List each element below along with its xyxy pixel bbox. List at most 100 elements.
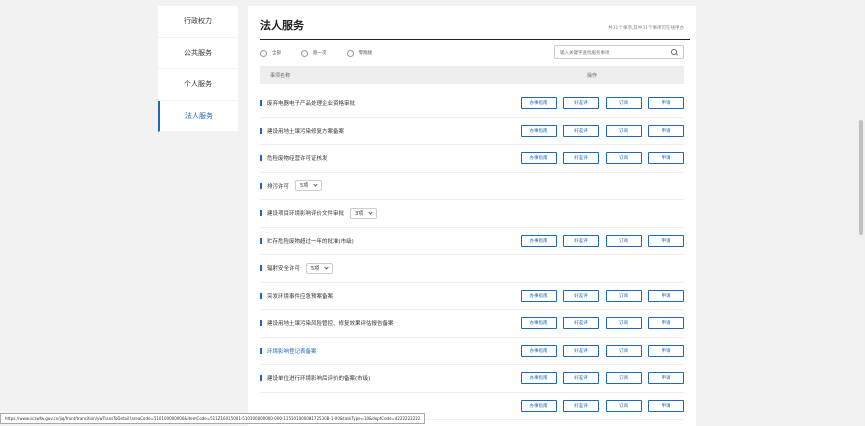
radio-circle[interactable] [301, 49, 308, 57]
service-item-name[interactable]: 排污许可 5项 [260, 180, 510, 192]
radio-label: 跑一次 [313, 51, 327, 56]
apply-button[interactable]: 申请 [648, 344, 684, 357]
service-item-label[interactable]: 排污许可 [267, 182, 289, 190]
apply-button[interactable]: 申请 [648, 97, 684, 110]
apply-button[interactable]: 申请 [648, 289, 684, 302]
service-item-label[interactable]: 废弃电器电子产品处理企业资格审批 [267, 99, 355, 107]
service-item-name[interactable]: 废弃电器电子产品处理企业资格审批 [260, 99, 510, 107]
column-header-operations: 操作 [586, 72, 597, 79]
service-item-name[interactable]: 贮存危险废物超过一年的批准(市级) [260, 237, 510, 245]
subscribe-button[interactable]: 订阅 [605, 344, 642, 357]
review-button[interactable]: 好差评 [563, 152, 599, 165]
apply-button[interactable]: 申请 [648, 399, 684, 412]
row-actions: 办事指南 好差评 订阅 申请 [514, 124, 684, 137]
review-button[interactable]: 好差评 [563, 234, 599, 247]
sub-item-dropdown[interactable]: 5项 [295, 180, 323, 192]
apply-button[interactable]: 申请 [648, 317, 684, 330]
filter-radio-zero-trip[interactable]: 零跑腿 [346, 49, 372, 57]
search-input[interactable] [560, 49, 671, 55]
scrollbar-thumb[interactable] [859, 120, 863, 235]
review-button[interactable]: 好差评 [563, 317, 599, 330]
subscribe-button[interactable]: 订阅 [605, 97, 642, 110]
radio-circle[interactable] [346, 49, 354, 57]
service-item-label[interactable]: 辐射安全许可 [267, 264, 300, 272]
service-item-label[interactable]: 环境影响登记表备案 [267, 347, 317, 355]
service-item-name[interactable]: 建设用地土壤污染风险管控、修复效果评估报告备案 [260, 319, 510, 327]
service-item-label[interactable]: 建设单位进行环境影响后评价的备案(市级) [267, 374, 370, 382]
dropdown-value: 3项 [355, 210, 364, 217]
service-item-name[interactable]: 建设用地土壤污染修复方案备案 [260, 127, 510, 135]
side-navigation: 行政权力 公共服务 个人服务 法人服务 [158, 6, 238, 132]
filter-radio-once[interactable]: 跑一次 [301, 49, 327, 57]
service-item-name[interactable]: 危险废物经营许可证核发 [260, 154, 510, 162]
table-row: 废弃电器电子产品处理企业资格审批 办事指南 好差评 订阅 申请 [260, 90, 684, 118]
subscribe-button[interactable]: 订阅 [605, 372, 642, 385]
row-marker-bar [260, 265, 262, 272]
row-actions: 办事指南 好差评 订阅 申请 [514, 344, 684, 357]
row-actions: 办事指南 好差评 订阅 申请 [514, 97, 684, 110]
filter-bar: 全部 跑一次 零跑腿 [260, 40, 684, 66]
review-button[interactable]: 好差评 [563, 344, 599, 357]
service-list: 废弃电器电子产品处理企业资格审批 办事指南 好差评 订阅 申请 建设用地土壤污染修复方案备… [260, 90, 684, 420]
table-row: 贮存危险废物超过一年的批准(市级) 办事指南 好差评 订阅 申请 [260, 228, 684, 255]
page-scrollbar[interactable] [857, 0, 865, 426]
table-row: 建设单位进行环境影响后评价的备案(市级) 办事指南 好差评 订阅 申请 [260, 365, 684, 393]
sidebar-item-legal-person-service[interactable]: 法人服务 [158, 100, 238, 132]
row-marker-bar [260, 237, 262, 244]
apply-button[interactable]: 申请 [648, 372, 684, 385]
service-item-label[interactable]: 建设项目环境影响评价文件审批 [267, 209, 344, 217]
apply-button[interactable]: 申请 [648, 234, 684, 247]
service-item-name[interactable]: 环境影响登记表备案 [260, 347, 510, 355]
main-panel: 法人服务 共31个事项,其中31个事项可在线申办 全部 跑一次 零跑腿 事项名称… [248, 6, 696, 426]
subscribe-button[interactable]: 订阅 [605, 234, 642, 247]
service-item-name[interactable]: 突发环境事件应急预案备案 [260, 292, 510, 300]
apply-button[interactable]: 申请 [648, 124, 684, 137]
service-item-name[interactable]: 辐射安全许可 5项 [260, 262, 510, 274]
sub-item-dropdown[interactable]: 5项 [306, 262, 334, 274]
guide-button[interactable]: 办事指南 [520, 289, 557, 302]
sidebar-item-personal-service[interactable]: 个人服务 [158, 69, 238, 101]
page-title: 法人服务 [260, 19, 304, 32]
guide-button[interactable]: 办事指南 [520, 124, 557, 137]
subscribe-button[interactable]: 订阅 [605, 289, 642, 302]
service-item-name[interactable]: 建设项目环境影响评价文件审批 3项 [260, 207, 510, 219]
subscribe-button[interactable]: 订阅 [605, 399, 642, 412]
review-button[interactable]: 好差评 [563, 97, 599, 110]
sub-item-dropdown[interactable]: 3项 [350, 207, 378, 219]
review-button[interactable]: 好差评 [563, 289, 599, 302]
guide-button[interactable]: 办事指南 [520, 372, 557, 385]
subscribe-button[interactable]: 订阅 [605, 152, 642, 165]
subscribe-button[interactable]: 订阅 [605, 317, 642, 330]
item-count-summary: 共31个事项,其中31个事项可在线申办 [608, 26, 684, 31]
service-item-label[interactable]: 建设用地土壤污染风险管控、修复效果评估报告备案 [267, 319, 394, 327]
table-row: 辐射安全许可 5项 [260, 255, 684, 283]
service-item-label[interactable]: 危险废物经营许可证核发 [267, 154, 328, 162]
sidebar-item-administrative-power[interactable]: 行政权力 [158, 6, 238, 38]
apply-button[interactable]: 申请 [648, 152, 684, 165]
sidebar-item-public-service[interactable]: 公共服务 [158, 37, 238, 69]
row-marker-bar [260, 155, 262, 162]
review-button[interactable]: 好差评 [563, 124, 599, 137]
table-row: 建设用地土壤污染修复方案备案 办事指南 好差评 订阅 申请 [260, 118, 684, 145]
row-actions: 办事指南 好差评 订阅 申请 [514, 372, 684, 385]
service-item-label[interactable]: 建设用地土壤污染修复方案备案 [267, 127, 344, 135]
table-row: 突发环境事件应急预案备案 办事指南 好差评 订阅 申请 [260, 283, 684, 310]
guide-button[interactable]: 办事指南 [520, 344, 557, 357]
guide-button[interactable]: 办事指南 [520, 97, 557, 110]
service-item-label[interactable]: 贮存危险废物超过一年的批准(市级) [267, 237, 354, 245]
filter-radio-all[interactable]: 全部 [260, 49, 281, 57]
guide-button[interactable]: 办事指南 [520, 152, 557, 165]
row-marker-bar [260, 100, 262, 107]
guide-button[interactable]: 办事指南 [520, 317, 557, 330]
dropdown-value: 5项 [300, 183, 309, 190]
subscribe-button[interactable]: 订阅 [605, 124, 642, 137]
service-item-name[interactable]: 建设单位进行环境影响后评价的备案(市级) [260, 374, 510, 382]
guide-button[interactable]: 办事指南 [520, 234, 557, 247]
row-actions: 办事指南 好差评 订阅 申请 [514, 399, 684, 412]
service-item-label[interactable]: 突发环境事件应急预案备案 [267, 292, 333, 300]
review-button[interactable]: 好差评 [563, 372, 599, 385]
radio-circle[interactable] [260, 49, 267, 57]
guide-button[interactable]: 办事指南 [520, 399, 557, 412]
search-icon[interactable] [671, 48, 678, 56]
review-button[interactable]: 好差评 [563, 399, 599, 412]
